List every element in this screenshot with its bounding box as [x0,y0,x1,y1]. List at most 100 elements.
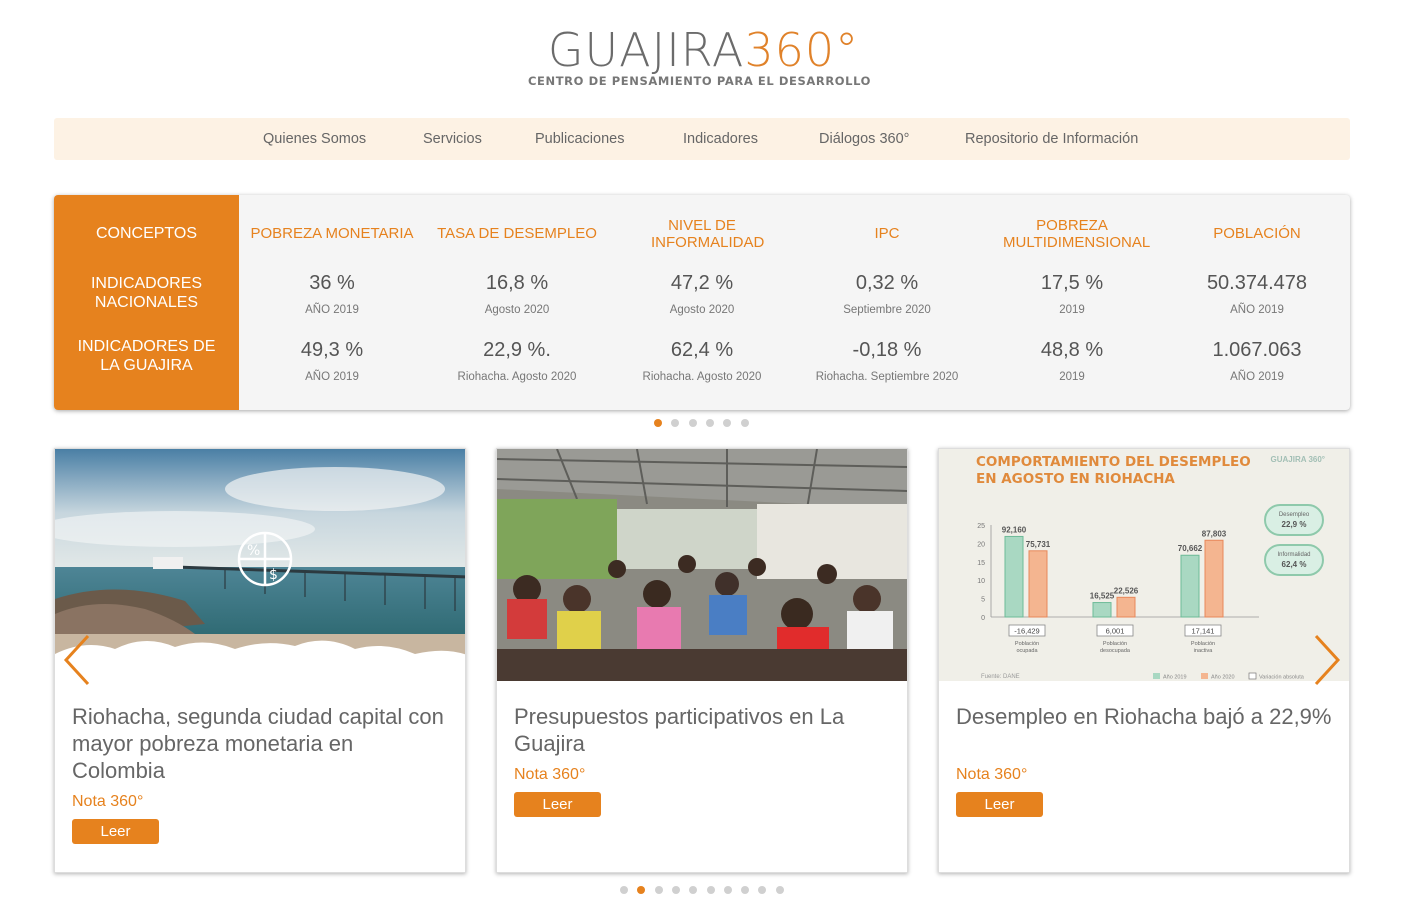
read-button[interactable]: Leer [72,819,159,844]
chart-data-label: 70,662 [1178,544,1203,553]
indicator-heading: POBLACIÓN [1213,225,1301,242]
guajira-value: 48,8 % [1040,339,1104,361]
chart-bar-2019 [1004,535,1024,618]
pager-dot[interactable] [706,886,715,894]
pager-dot[interactable] [620,886,628,894]
chart-y-tick: 20 [977,541,985,548]
news-title[interactable]: Presupuestos participativos en La Guajir… [514,703,894,757]
pager-dot[interactable] [689,886,698,894]
chart-source: Fuente: DANE [981,674,1020,680]
nav-item-servicios[interactable]: Servicios [423,118,482,160]
carousel-next-arrow-icon[interactable] [1312,632,1342,688]
nav-item-publicaciones[interactable]: Publicaciones [535,118,624,160]
pager-dot[interactable] [775,886,784,894]
chart-badge-value: 22,9 % [1282,520,1307,529]
legend-var-swatch [1248,672,1257,680]
guajira-value: -0,18 % [852,339,922,361]
guajira-value: 62,4 % [670,339,734,361]
pager-dot[interactable] [688,419,697,427]
chart-bar-2019 [1180,554,1200,618]
site-logo[interactable]: GUAJIRA360° CENTRO DE PENSAMIENTO PARA E… [0,22,1407,88]
nav-item-quienes-somos[interactable]: Quienes Somos [263,118,366,160]
news-title[interactable]: Riohacha, segunda ciudad capital con may… [72,703,452,784]
svg-text:%: % [247,543,260,559]
chart-data-label: 22,526 [1114,586,1139,595]
nav-item-dialogos[interactable]: Diálogos 360° [819,118,909,160]
guajira-note: Riohacha. Septiembre 2020 [815,371,959,383]
indicator-heading: IPC [874,225,900,242]
chart-data-label: 16,525 [1090,592,1115,601]
guajira-value: 49,3 % [300,339,364,361]
pager-dot[interactable] [705,419,714,427]
pager-dot[interactable] [654,886,663,894]
logo-wordmark: GUAJIRA360° [0,22,1407,78]
indicator-heading: TASA DE DESEMPLEO [437,225,597,242]
pager-dot[interactable] [723,886,732,894]
indicator-heading: POBREZA MULTIDIMENSIONAL [1003,217,1151,251]
read-button[interactable]: Leer [514,792,601,817]
news-card[interactable]: Presupuestos participativos en La Guajir… [496,448,908,873]
pager-dot[interactable] [723,419,732,427]
pager-dot[interactable] [758,886,767,894]
nav-item-indicadores[interactable]: Indicadores [683,118,758,160]
chart-y-tick: 10 [977,578,985,585]
chart-category-label: inactiva [1194,648,1214,654]
chart-image-graphic: 252015105092,16075,731-16,429Poblaciónoc… [977,504,1324,681]
read-button[interactable]: Leer [956,792,1043,817]
pager-dot[interactable] [671,886,680,894]
chart-diff-label: 17,141 [1192,627,1215,636]
chart-data-label: 87,803 [1202,529,1227,538]
pager-dot[interactable] [637,886,646,894]
guajira-indicators-label: INDICADORES DE LA GUAJIRA [77,338,216,374]
concepts-label: CONCEPTOS [95,225,198,242]
main-nav: Quienes Somos Servicios Publicaciones In… [54,118,1350,160]
national-note: Agosto 2020 [484,304,550,316]
svg-text:$: $ [269,567,278,583]
indicator-column: NIVEL DE INFORMALIDAD 47,2 % Agosto 2020… [609,195,795,410]
national-note: Septiembre 2020 [843,304,931,316]
news-pager [620,886,790,896]
chart-bar-2020 [1028,550,1048,618]
pager-dot[interactable] [741,886,750,894]
guajira-note: AÑO 2019 [305,371,359,383]
national-value: 50.374.478 [1206,272,1308,294]
news-note: Nota 360° [956,766,1028,783]
indicator-heading: POBREZA MONETARIA [250,225,414,242]
news-note: Nota 360° [514,766,586,783]
indicator-column: POBREZA MULTIDIMENSIONAL 17,5 % 2019 48,… [979,195,1165,410]
legend-2020-label: Año 2020 [1211,675,1235,681]
national-value: 17,5 % [1040,272,1104,294]
chart-category-label: ocupada [1016,648,1038,654]
chart-y-tick: 15 [977,560,985,567]
chart-bar-2020 [1204,539,1224,618]
national-note: 2019 [1059,304,1085,316]
news-note: Nota 360° [72,793,144,810]
news-image-chart: COMPORTAMIENTO DEL DESEMPLEO EN AGOSTO E… [939,449,1349,681]
chart-category-label: Población [1191,641,1215,647]
guajira-note: Riohacha. Agosto 2020 [457,371,577,383]
chart-y-tick: 25 [977,523,985,530]
chart-category-label: desocupada [1100,648,1131,654]
pager-dot[interactable] [654,419,662,427]
logo-tagline: CENTRO DE PENSAMIENTO PARA EL DESARROLLO [527,74,872,88]
guajira-note: Riohacha. Agosto 2020 [642,371,762,383]
chart-diff-label: 6,001 [1106,627,1125,636]
national-note: AÑO 2019 [1230,304,1284,316]
news-card[interactable]: COMPORTAMIENTO DEL DESEMPLEO EN AGOSTO E… [938,448,1350,873]
carousel-prev-arrow-icon[interactable] [62,632,92,688]
guajira-value: 1.067.063 [1212,339,1302,361]
indicators-row-labels: CONCEPTOS INDICADORES NACIONALES INDICAD… [54,195,239,410]
national-value: 47,2 % [670,272,734,294]
chart-y-tick: 5 [981,597,985,604]
news-image-beach: % $ [55,449,465,681]
pager-dot[interactable] [671,419,680,427]
indicators-pager [654,419,754,429]
nav-item-repositorio[interactable]: Repositorio de Información [965,118,1138,160]
news-card[interactable]: % $ Riohacha, segunda ciudad capital con… [54,448,466,873]
indicator-column: TASA DE DESEMPLEO 16,8 % Agosto 2020 22,… [424,195,610,410]
guajira-note: AÑO 2019 [1230,371,1284,383]
news-title[interactable]: Desempleo en Riohacha bajó a 22,9% [956,703,1336,730]
chart-badge-value: 62,4 % [1282,560,1307,569]
pager-dot[interactable] [740,419,749,427]
chart-category-label: Población [1103,641,1127,647]
